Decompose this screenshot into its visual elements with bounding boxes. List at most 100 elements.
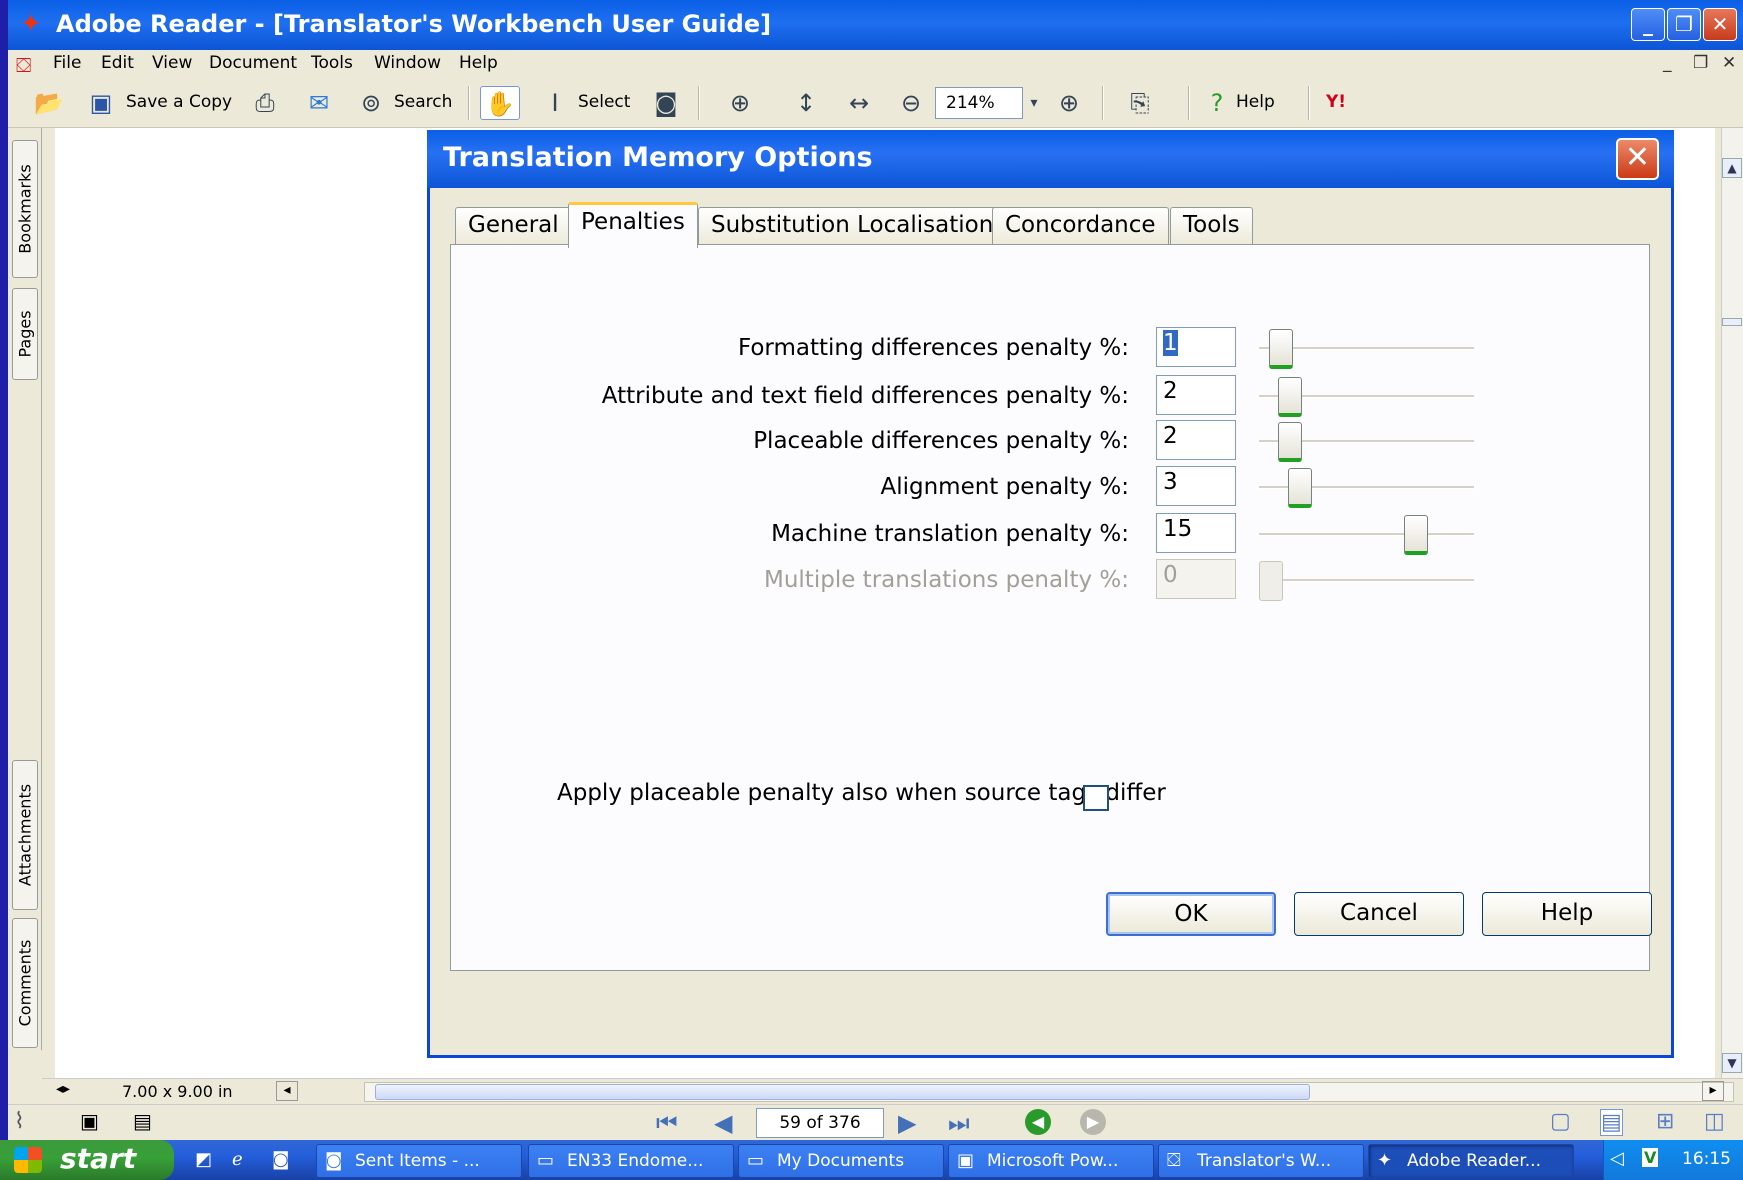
go-forward-icon[interactable]: ▶ <box>1080 1109 1106 1135</box>
doc-restore-icon[interactable]: ❐ <box>1693 53 1708 73</box>
pdf-document-icon[interactable]: ⛋ <box>16 53 38 77</box>
vertical-scrollbar[interactable]: ▲ ▼ <box>1721 128 1743 1078</box>
print-icon[interactable]: ⎙ <box>248 86 282 120</box>
tab-tools[interactable]: Tools <box>1170 207 1253 247</box>
previous-page-icon[interactable]: ◀ <box>714 1109 732 1137</box>
dialog-titlebar[interactable]: Translation Memory Options ✕ <box>427 130 1674 188</box>
restore-button[interactable]: ❐ <box>1667 8 1701 41</box>
menu-file[interactable]: File <box>53 53 81 73</box>
facing-icon[interactable]: ⊞ <box>1656 1109 1674 1134</box>
hand-tool-icon[interactable]: ✋ <box>480 86 520 120</box>
window-titlebar[interactable]: ✦ Adobe Reader - [Translator's Workbench… <box>8 0 1743 50</box>
bookmarks-tab[interactable]: Bookmarks <box>12 140 38 278</box>
zoom-level-field[interactable] <box>935 87 1023 119</box>
scroll-left-icon[interactable]: ◂ <box>276 1081 298 1101</box>
alignment-slider-thumb[interactable] <box>1288 468 1312 508</box>
snapshot-camera-icon[interactable]: ◙ <box>648 86 684 120</box>
menu-window[interactable]: Window <box>374 53 441 73</box>
alignment-penalty-input[interactable]: 3 <box>1156 466 1236 506</box>
paperclip-icon[interactable]: ⌇ <box>14 1109 25 1134</box>
page-icon[interactable]: ▤ <box>133 1109 152 1133</box>
taskbar-item-label: Microsoft Pow... <box>987 1151 1119 1171</box>
menu-edit[interactable]: Edit <box>101 53 134 73</box>
formatting-slider-thumb[interactable] <box>1269 329 1293 369</box>
scroll-down-icon[interactable]: ▼ <box>1722 1053 1742 1073</box>
taskbar-item[interactable]: ⛋ Translator's W... <box>1158 1144 1364 1178</box>
scroll-thumb[interactable] <box>1722 318 1742 326</box>
binoculars-icon[interactable]: ⊚ <box>354 86 388 120</box>
search-button[interactable]: Search <box>394 92 452 112</box>
comments-tab[interactable]: Comments <box>12 918 38 1048</box>
display-icon[interactable]: ▣ <box>80 1109 99 1133</box>
zoom-out-icon[interactable]: ⊖ <box>898 86 924 120</box>
select-button[interactable]: Select <box>578 92 630 112</box>
pages-tab[interactable]: Pages <box>12 288 38 380</box>
pane-splitter-icon[interactable]: ◂▸ <box>56 1081 70 1097</box>
tab-general[interactable]: General <box>455 207 572 247</box>
email-icon[interactable]: ✉ <box>302 86 336 120</box>
fit-page-icon[interactable]: ↕ <box>791 86 821 120</box>
save-icon[interactable]: ▣ <box>86 86 116 120</box>
open-folder-icon[interactable]: 📂 <box>32 86 66 120</box>
scroll-right-icon[interactable]: ▸ <box>1702 1081 1724 1101</box>
single-page-icon[interactable]: ▢ <box>1550 1109 1571 1134</box>
taskbar-item[interactable]: ◙ Sent Items - ... <box>316 1144 522 1178</box>
tab-substitution-localisation[interactable]: Substitution Localisation <box>698 207 1007 247</box>
horizontal-scrollbar[interactable] <box>364 1082 1734 1102</box>
tray-expand-icon[interactable]: ◁ <box>1610 1148 1624 1169</box>
dialog-help-button[interactable]: Help <box>1482 892 1652 936</box>
page-number-field[interactable]: 59 of 376 <box>756 1108 884 1138</box>
placeable-penalty-input[interactable]: 2 <box>1156 420 1236 460</box>
yahoo-toolbar-icon[interactable]: Y! <box>1326 92 1346 112</box>
help-icon[interactable]: ? <box>1202 86 1232 120</box>
zoom-in-icon[interactable]: ⊕ <box>1056 86 1082 120</box>
formatting-penalty-input[interactable]: 1 <box>1156 327 1236 367</box>
last-page-icon[interactable]: ⏭ <box>948 1109 970 1137</box>
ok-button[interactable]: OK <box>1106 892 1276 936</box>
select-text-icon[interactable]: I <box>540 86 570 120</box>
taskbar-item[interactable]: ▭ EN33 Endome... <box>528 1144 734 1178</box>
tray-app-icon[interactable]: V <box>1642 1148 1659 1167</box>
taskbar-item[interactable]: ▭ My Documents <box>738 1144 944 1178</box>
save-copy-button[interactable]: Save a Copy <box>126 92 232 112</box>
zoom-in-tool-icon[interactable]: ⊕ <box>720 86 760 120</box>
machine-translation-penalty-slider[interactable] <box>1259 533 1474 536</box>
continuous-icon[interactable]: ▤ <box>1600 1109 1623 1136</box>
menu-help[interactable]: Help <box>459 53 498 73</box>
fit-width-icon[interactable]: ↔ <box>844 86 874 120</box>
help-button[interactable]: Help <box>1236 92 1275 112</box>
minimize-button[interactable]: _ <box>1631 8 1665 41</box>
placeable-slider-thumb[interactable] <box>1278 422 1302 462</box>
attribute-text-field-penalty-input[interactable]: 2 <box>1156 375 1236 415</box>
machine-translation-penalty-input[interactable]: 15 <box>1156 513 1236 553</box>
rotate-view-icon[interactable]: ⎘ <box>1120 86 1160 120</box>
apply-placeable-penalty-checkbox[interactable] <box>1083 785 1109 811</box>
doc-minimize-icon[interactable]: _ <box>1663 53 1672 73</box>
next-page-icon[interactable]: ▶ <box>898 1109 916 1137</box>
menu-view[interactable]: View <box>152 53 192 73</box>
tab-penalties[interactable]: Penalties <box>568 202 698 248</box>
quicklaunch-ie-icon[interactable]: ℯ <box>232 1149 254 1171</box>
continuous-facing-icon[interactable]: ◫ <box>1704 1109 1725 1134</box>
close-window-button[interactable]: ✕ <box>1703 8 1737 41</box>
first-page-icon[interactable]: ⏮ <box>656 1109 678 1137</box>
doc-close-icon[interactable]: ✕ <box>1722 53 1736 73</box>
go-back-icon[interactable]: ◀ <box>1025 1109 1051 1135</box>
taskbar-item[interactable]: ✦ Adobe Reader... <box>1368 1144 1574 1178</box>
cancel-button[interactable]: Cancel <box>1294 892 1464 936</box>
tab-concordance[interactable]: Concordance <box>992 207 1169 247</box>
start-button[interactable]: start <box>0 1140 174 1180</box>
taskbar-item[interactable]: ▣ Microsoft Pow... <box>948 1144 1154 1178</box>
scroll-up-icon[interactable]: ▲ <box>1722 158 1742 178</box>
horizontal-scroll-thumb[interactable] <box>375 1084 1310 1100</box>
quicklaunch-outlook-icon[interactable]: ◙ <box>272 1149 294 1171</box>
menu-document[interactable]: Document <box>209 53 297 73</box>
menu-tools[interactable]: Tools <box>311 53 353 73</box>
quicklaunch-desktop-icon[interactable]: ◩ <box>195 1149 217 1171</box>
machine-translation-slider-thumb[interactable] <box>1404 515 1428 555</box>
attachments-tab[interactable]: Attachments <box>12 760 38 910</box>
zoom-dropdown-icon[interactable]: ▾ <box>1026 86 1042 120</box>
adobe-reader-logo-icon: ✦ <box>20 9 42 39</box>
attribute-text-field-slider-thumb[interactable] <box>1278 377 1302 417</box>
dialog-close-button[interactable]: ✕ <box>1616 138 1659 180</box>
